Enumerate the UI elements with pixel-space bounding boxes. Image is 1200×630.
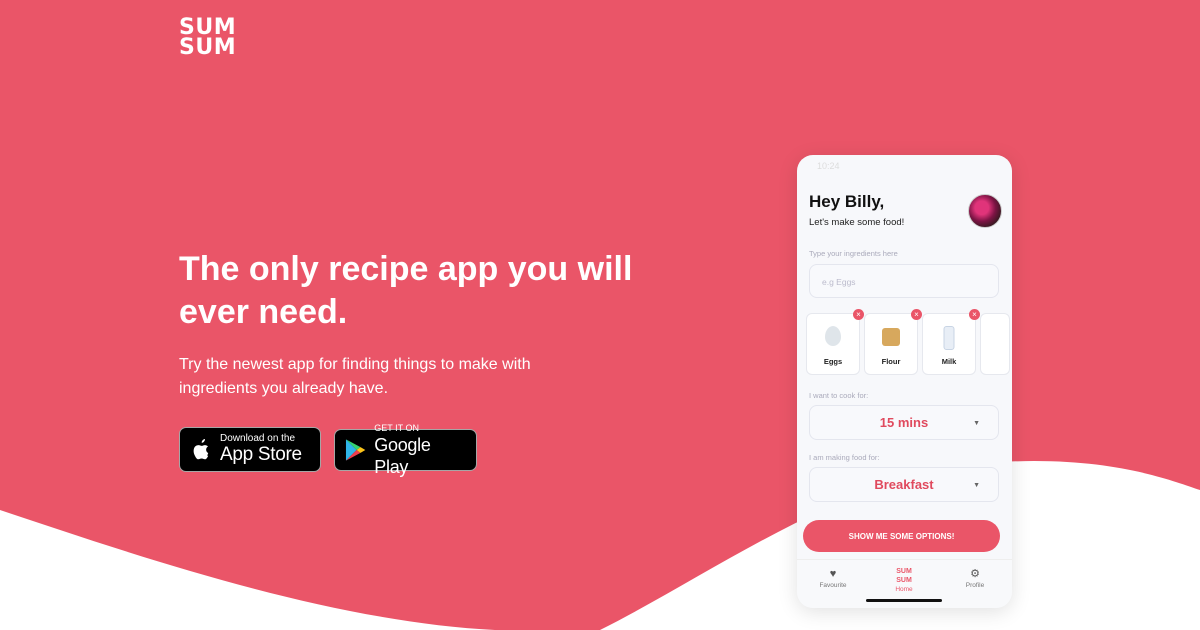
google-play-button[interactable]: GET IT ON Google Play <box>334 423 477 477</box>
ingredients-input[interactable]: e.g Eggs <box>809 264 999 298</box>
remove-icon[interactable]: × <box>911 309 922 320</box>
ingredient-chips: Eggs × Flour × Milk × <box>806 309 1012 377</box>
apple-icon <box>193 438 209 459</box>
hero-subtext: Try the newest app for finding things to… <box>179 356 531 397</box>
caret-down-icon: ▼ <box>973 482 980 489</box>
ingredient-chip-partial[interactable] <box>980 313 1010 375</box>
gear-icon: ⚙ <box>970 568 980 580</box>
hero-headline: The only recipe app you will ever need. <box>179 250 633 331</box>
app-store-big-label: App Store <box>220 444 302 465</box>
google-play-icon <box>345 439 366 461</box>
app-store-small-label: Download on the <box>220 433 296 444</box>
greeting-subtitle: Let's make some food! <box>809 217 905 228</box>
ingredient-chip-milk[interactable]: Milk × <box>922 309 980 375</box>
logo-line-2: SUM <box>179 35 237 60</box>
tab-home-label: Home <box>895 586 913 593</box>
cook-time-value: 15 mins <box>879 415 929 430</box>
ingredients-label: Type your ingredients here <box>809 249 898 258</box>
tab-profile[interactable]: ⚙ Profile <box>945 568 1005 589</box>
caret-down-icon: ▼ <box>973 420 980 427</box>
remove-icon[interactable]: × <box>853 309 864 320</box>
heart-icon: ♥ <box>829 568 837 580</box>
tab-favourite-label: Favourite <box>819 582 847 589</box>
flour-icon <box>882 328 900 346</box>
ingredient-name: Eggs <box>823 357 843 366</box>
tab-favourite[interactable]: ♥ Favourite <box>803 568 863 589</box>
tab-home-logo-1: SUM <box>896 568 912 575</box>
home-indicator <box>866 599 942 602</box>
ingredient-chip-flour[interactable]: Flour × <box>864 309 922 375</box>
egg-icon <box>825 326 841 346</box>
status-time: 10:24 <box>817 161 840 171</box>
cook-time-select[interactable]: 15 mins ▼ <box>809 405 999 440</box>
brand-logo[interactable]: SUM SUM <box>179 17 237 60</box>
google-play-big-label: Google Play <box>374 434 431 477</box>
meal-label: I am making food for: <box>809 453 880 462</box>
meal-value: Breakfast <box>874 477 934 492</box>
tab-home[interactable]: SUM SUM Home <box>874 568 934 593</box>
milk-icon <box>943 326 955 350</box>
ingredient-name: Flour <box>881 357 901 366</box>
avatar[interactable] <box>968 194 1002 228</box>
remove-icon[interactable]: × <box>969 309 980 320</box>
app-store-button[interactable]: Download on the App Store <box>179 427 321 472</box>
show-options-button[interactable]: SHOW ME SOME OPTIONS! <box>803 520 1000 552</box>
phone-mockup: 10:24 Hey Billy, Let's make some food! T… <box>797 155 1012 608</box>
ingredient-chip-eggs[interactable]: Eggs × <box>806 309 864 375</box>
greeting-title: Hey Billy, <box>809 192 885 211</box>
meal-select[interactable]: Breakfast ▼ <box>809 467 999 502</box>
tab-profile-label: Profile <box>965 582 985 589</box>
status-bar: 10:24 <box>797 155 1012 177</box>
cook-time-label: I want to cook for: <box>809 391 869 400</box>
google-play-small-label: GET IT ON <box>374 422 419 433</box>
tab-home-logo-2: SUM <box>896 577 912 584</box>
ingredient-name: Milk <box>941 357 957 366</box>
